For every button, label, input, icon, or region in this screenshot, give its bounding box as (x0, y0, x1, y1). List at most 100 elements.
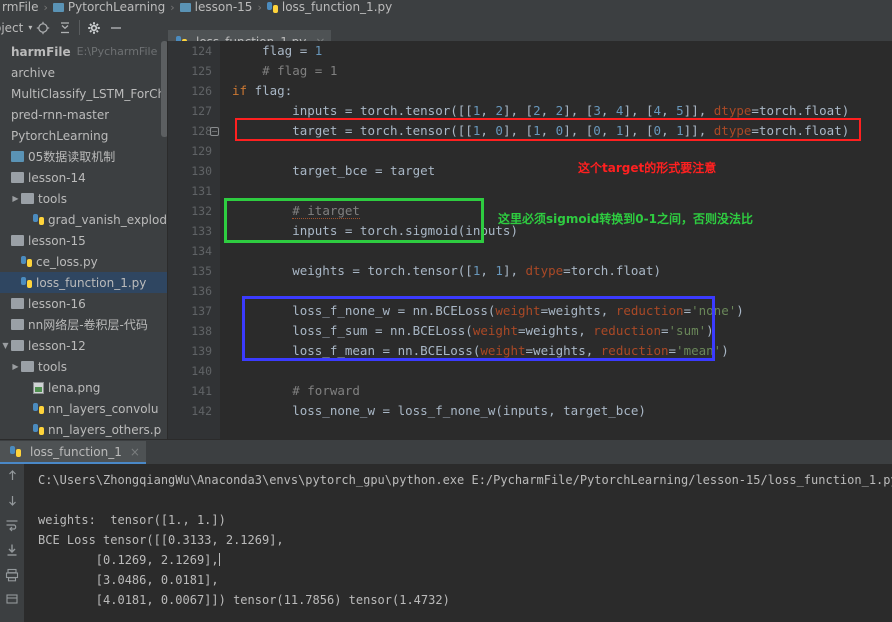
line-number: 130 (191, 164, 212, 178)
project-view-selector[interactable]: oject ▾ (0, 21, 32, 35)
breadcrumb: rmFile › PytorchLearning › lesson-15 › l… (0, 0, 892, 14)
tree-item-label: tools (38, 359, 67, 374)
tree-item[interactable]: PytorchLearning (0, 125, 168, 146)
code-line[interactable]: # forward (220, 381, 892, 401)
code-editor[interactable]: 124 125 126 127 128 129 130 131 132 133 134 135 136 1… (168, 41, 892, 440)
hide-panel-icon[interactable] (105, 17, 127, 39)
scroll-end-glyph (7, 544, 17, 556)
code-line[interactable]: inputs = torch.tensor([[1, 2], [2, 2], [… (220, 101, 892, 121)
breadcrumb-item-0[interactable]: rmFile (2, 1, 39, 13)
locate-icon[interactable] (32, 17, 54, 39)
soft-wrap-icon[interactable] (4, 517, 20, 533)
python-file-icon (266, 1, 278, 13)
image-file-icon (33, 381, 44, 394)
code-line[interactable] (220, 281, 892, 301)
tree-item[interactable]: nn_layers_convolu (0, 398, 168, 419)
code-line[interactable] (220, 241, 892, 261)
python-file-icon (21, 256, 32, 267)
tree-item[interactable]: nn网络层-卷积层-代码 (0, 314, 168, 335)
tree-item[interactable]: ▼ lesson-12 (0, 335, 168, 356)
settings-gear-icon[interactable] (83, 17, 105, 39)
code-line[interactable]: loss_f_none_w = nn.BCELoss(weight=weight… (220, 301, 892, 321)
code-content[interactable]: flag = 1 # flag = 1 if flag: inputs = tor… (220, 41, 892, 440)
line-number: 126 (191, 84, 212, 98)
tree-item-label: lesson-12 (28, 338, 86, 353)
code-line[interactable]: if flag: (220, 81, 892, 101)
tree-item[interactable]: lesson-16 (0, 293, 168, 314)
breadcrumb-item-3[interactable]: loss_function_1.py (266, 1, 392, 13)
print-icon[interactable] (4, 567, 20, 583)
console-tab-loss-function-1[interactable]: loss_function_1 × (0, 441, 146, 464)
fold-marker-icon[interactable]: − (210, 127, 219, 136)
tree-item[interactable]: ce_loss.py (0, 251, 168, 272)
code-line[interactable]: # flag = 1 (220, 61, 892, 81)
line-number: 140 (191, 364, 212, 378)
toolbar-divider (79, 20, 81, 35)
breadcrumb-separator: › (170, 0, 175, 14)
tree-item[interactable]: loss_function_1.py (0, 272, 168, 293)
console-output-line: C:\Users\ZhongqiangWu\Anaconda3\envs\pyt… (38, 473, 892, 487)
tree-item-label: archive (11, 65, 56, 80)
scroll-to-end-icon[interactable] (4, 542, 20, 558)
code-line[interactable]: loss_none_w = loss_f_none_w(inputs, targ… (220, 401, 892, 421)
folder-icon (11, 319, 24, 330)
breadcrumb-item-2[interactable]: lesson-15 (179, 1, 252, 13)
clear-all-icon[interactable] (4, 592, 20, 608)
line-number: 127 (191, 104, 212, 118)
tree-item-label: loss_function_1.py (36, 275, 147, 290)
tree-item[interactable]: lesson-15 (0, 230, 168, 251)
line-number: 134 (191, 244, 212, 258)
tree-item[interactable]: lesson-14 (0, 167, 168, 188)
collapse-all-glyph (61, 21, 70, 33)
folder-icon (179, 2, 191, 12)
line-number: 136 (191, 284, 212, 298)
tree-item[interactable]: ▶ tools (0, 356, 168, 377)
project-toolbar: oject ▾ (0, 14, 892, 55)
code-line[interactable]: weights = torch.tensor([1, 1], dtype=tor… (220, 261, 892, 281)
tree-item[interactable]: pred-rnn-master (0, 104, 168, 125)
scroll-down-icon[interactable] (4, 492, 20, 508)
breadcrumb-item-1[interactable]: PytorchLearning (52, 1, 165, 13)
tree-item-label: PytorchLearning (11, 128, 109, 143)
tree-item-label: 05数据读取机制 (28, 150, 116, 164)
editor-gutter[interactable]: 124 125 126 127 128 129 130 131 132 133 134 135 136 1… (168, 41, 220, 440)
code-line[interactable]: loss_f_sum = nn.BCELoss(weight=weights, … (220, 321, 892, 341)
code-line[interactable] (220, 361, 892, 381)
tree-item-label: pred-rnn-master (11, 107, 110, 122)
close-icon[interactable]: × (130, 445, 140, 459)
line-number: 124 (191, 44, 212, 58)
collapse-all-icon[interactable] (54, 17, 76, 39)
target-note: 这个target的形式要注意 (578, 161, 717, 175)
python-file-icon (33, 424, 44, 435)
project-tree[interactable]: harmFile E:\PycharmFile archive MultiClassi… (0, 41, 168, 440)
chevron-down-icon[interactable]: ▼ (0, 341, 11, 350)
chevron-right-icon[interactable]: ▶ (10, 194, 21, 203)
code-line[interactable]: target_bce = target (220, 161, 892, 181)
line-number: 142 (191, 404, 212, 418)
tree-item[interactable]: harmFile E:\PycharmFile (0, 41, 168, 62)
code-line[interactable] (220, 181, 892, 201)
tree-item[interactable]: MultiClassify_LSTM_ForChin (0, 83, 168, 104)
locate-glyph (37, 21, 50, 34)
console-output[interactable]: C:\Users\ZhongqiangWu\Anaconda3\envs\pyt… (24, 464, 892, 622)
breadcrumb-separator: › (43, 0, 48, 14)
python-file-icon (21, 277, 32, 288)
tree-item[interactable]: nn_layers_others.p (0, 419, 168, 440)
code-line[interactable]: flag = 1 (220, 41, 892, 61)
chevron-right-icon[interactable]: ▶ (10, 362, 21, 371)
tree-item[interactable]: lena.png (0, 377, 168, 398)
tree-item[interactable]: grad_vanish_explod.p (0, 209, 168, 230)
code-line[interactable]: loss_f_mean = nn.BCELoss(weight=weights,… (220, 341, 892, 361)
folder-icon (52, 2, 64, 12)
breadcrumb-label: rmFile (2, 0, 39, 14)
tree-item[interactable]: ▶ tools (0, 188, 168, 209)
breadcrumb-separator: › (257, 0, 262, 14)
scroll-up-icon[interactable] (4, 467, 20, 483)
tree-item[interactable]: archive (0, 62, 168, 83)
console-output-line: [3.0486, 0.0181], (38, 573, 219, 587)
code-line[interactable] (220, 141, 892, 161)
line-number: 132 (191, 204, 212, 218)
tree-item[interactable]: 05数据读取机制 (0, 146, 168, 167)
folder-icon (11, 172, 24, 183)
code-line[interactable]: target = torch.tensor([[1, 0], [1, 0], [… (220, 121, 892, 141)
